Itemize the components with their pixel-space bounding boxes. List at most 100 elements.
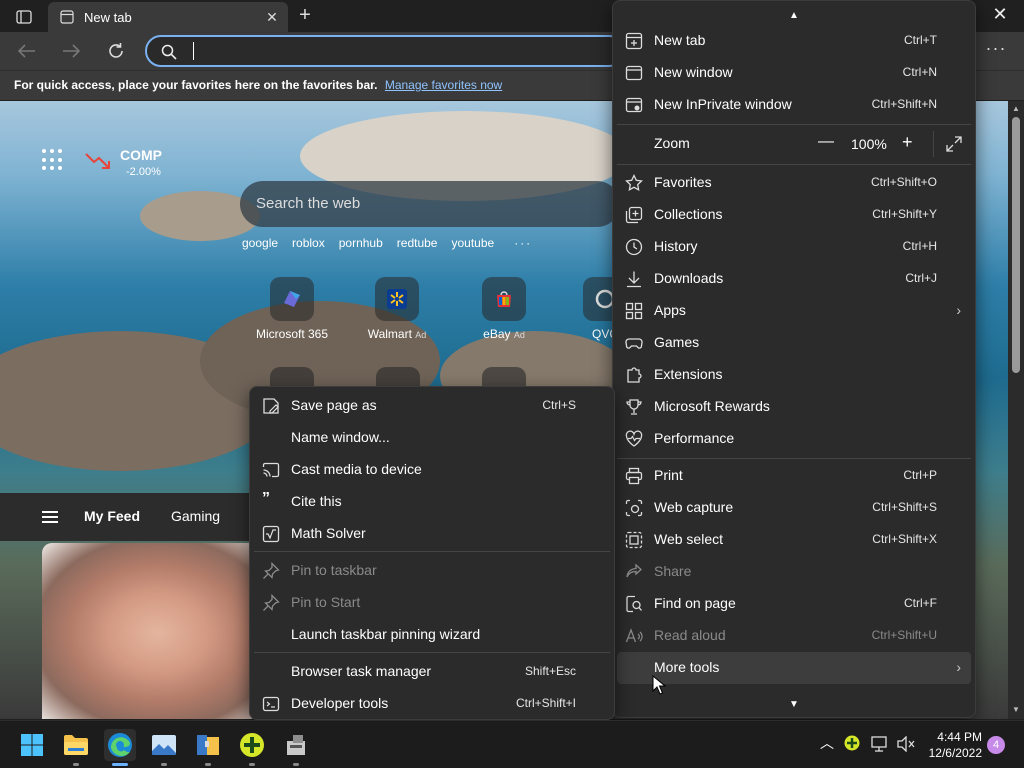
submenu-item-cast-media[interactable]: Cast media to device	[250, 453, 614, 485]
web-search-box[interactable]: Search the web	[240, 181, 620, 227]
submenu-item-math-solver[interactable]: Math Solver	[250, 517, 614, 549]
new-tab-button[interactable]: +	[294, 5, 316, 27]
page-scrollbar[interactable]: ▲ ▼	[1008, 101, 1024, 719]
running-indicator	[249, 763, 255, 766]
tab-actions-button[interactable]	[10, 6, 38, 28]
menu-item-label: Save page as	[291, 397, 377, 413]
submenu-item-name-window[interactable]: Name window...	[250, 421, 614, 453]
menu-item-shortcut: Ctrl+P	[903, 468, 937, 482]
menu-item-shortcut: Ctrl+S	[542, 398, 576, 412]
menu-item-shortcut: Ctrl+J	[905, 271, 937, 285]
feed-tab-my-feed[interactable]: My Feed	[84, 508, 140, 524]
volume-muted-icon[interactable]	[897, 736, 915, 752]
menu-scroll-down-icon[interactable]: ▼	[789, 699, 799, 710]
start-button[interactable]	[16, 729, 48, 761]
menu-item-downloads[interactable]: Downloads Ctrl+J	[613, 263, 975, 295]
quick-link[interactable]: youtube	[451, 236, 494, 250]
taskbar-installer[interactable]	[280, 729, 312, 766]
back-arrow-icon	[18, 44, 35, 58]
feed-article-image[interactable]	[42, 543, 252, 719]
quick-link[interactable]: roblox	[292, 236, 325, 250]
menu-item-more-tools[interactable]: More tools ›	[617, 652, 971, 684]
quote-icon: ”	[262, 490, 270, 507]
quick-links-more-button[interactable]: ···	[514, 236, 532, 250]
quick-link[interactable]: pornhub	[339, 236, 383, 250]
scrollbar-thumb[interactable]	[1012, 117, 1020, 373]
submenu-item-developer-tools[interactable]: Developer tools Ctrl+Shift+I	[250, 687, 614, 719]
tile-ebay[interactable]: eBay Ad	[459, 277, 549, 341]
feed-nav: My Feed Gaming	[0, 493, 250, 541]
tile-ad-badge: Ad	[513, 330, 525, 340]
menu-item-shortcut: Shift+Esc	[524, 664, 576, 678]
tile-walmart[interactable]: Walmart Ad	[352, 277, 442, 341]
history-clock-icon	[625, 238, 643, 256]
notification-count-badge[interactable]: 4	[987, 736, 1005, 754]
taskbar-edge[interactable]	[104, 729, 136, 766]
forward-button[interactable]	[58, 38, 84, 64]
submenu-item-save-page-as[interactable]: Save page as Ctrl+S	[250, 389, 614, 421]
menu-scroll-up-icon[interactable]: ▲	[789, 10, 799, 21]
menu-item-performance[interactable]: Performance	[613, 423, 975, 455]
back-button[interactable]	[14, 38, 40, 64]
settings-and-more-button[interactable]: ···	[984, 38, 1008, 64]
menu-item-history[interactable]: History Ctrl+H	[613, 231, 975, 263]
refresh-icon	[109, 43, 123, 58]
address-input[interactable]	[195, 39, 595, 63]
scroll-down-icon[interactable]: ▼	[1011, 705, 1021, 714]
app-launcher-button[interactable]	[42, 149, 64, 171]
menu-item-web-capture[interactable]: Web capture Ctrl+Shift+S	[613, 492, 975, 524]
pin-icon	[263, 562, 280, 579]
window-close-button[interactable]: ✕	[986, 4, 1014, 28]
menu-item-new-tab[interactable]: New tab Ctrl+T	[613, 25, 975, 57]
menu-item-label: Cast media to device	[291, 461, 422, 477]
menu-item-new-inprivate-window[interactable]: New InPrivate window Ctrl+Shift+N	[613, 89, 975, 121]
fullscreen-icon[interactable]	[946, 136, 962, 152]
photos-icon	[152, 735, 176, 755]
quick-link[interactable]: redtube	[397, 236, 438, 250]
menu-item-favorites[interactable]: Favorites Ctrl+Shift+O	[613, 167, 975, 199]
menu-item-microsoft-rewards[interactable]: Microsoft Rewards	[613, 391, 975, 423]
taskbar-file-explorer[interactable]	[60, 729, 92, 766]
tab-close-icon[interactable]: ✕	[262, 9, 282, 26]
rewards-trophy-icon	[626, 399, 642, 415]
menu-item-collections[interactable]: Collections Ctrl+Shift+Y	[613, 199, 975, 231]
menu-item-label: Games	[654, 334, 700, 350]
menu-separator	[617, 458, 971, 459]
quick-link[interactable]: google	[242, 236, 278, 250]
feed-tab-gaming[interactable]: Gaming	[171, 508, 220, 524]
running-indicator	[112, 763, 128, 766]
menu-item-print[interactable]: Print Ctrl+P	[613, 460, 975, 492]
zoom-in-button[interactable]: +	[902, 132, 913, 153]
feed-menu-icon[interactable]	[42, 511, 58, 526]
tile-microsoft-365[interactable]: Microsoft 365	[247, 277, 337, 341]
network-icon[interactable]	[871, 736, 889, 752]
scroll-up-icon[interactable]: ▲	[1011, 104, 1021, 113]
menu-item-label: Favorites	[654, 174, 712, 190]
taskbar-clock[interactable]: 4:44 PM 12/6/2022	[928, 729, 982, 761]
inprivate-icon	[625, 97, 643, 113]
taskbar-app-green[interactable]	[236, 729, 268, 766]
submenu-item-launch-pinning-wizard[interactable]: Launch taskbar pinning wizard	[250, 618, 614, 650]
menu-item-new-window[interactable]: New window Ctrl+N	[613, 57, 975, 89]
zoom-label: Zoom	[654, 135, 690, 151]
menu-item-games[interactable]: Games	[613, 327, 975, 359]
menu-item-web-select[interactable]: Web select Ctrl+Shift+X	[613, 524, 975, 556]
tab-new-tab[interactable]: New tab ✕	[48, 2, 288, 32]
manage-favorites-link[interactable]: Manage favorites now	[385, 78, 502, 92]
menu-item-find-on-page[interactable]: Find on page Ctrl+F	[613, 588, 975, 620]
tray-overflow-chevron-icon[interactable]: ︿	[820, 733, 834, 753]
taskbar-photos[interactable]	[148, 729, 180, 766]
taskbar-archive[interactable]	[192, 729, 224, 766]
menu-item-label: Cite this	[291, 493, 342, 509]
menu-item-label: Performance	[654, 430, 735, 446]
menu-item-extensions[interactable]: Extensions	[613, 359, 975, 391]
refresh-button[interactable]	[103, 38, 129, 64]
address-bar[interactable]	[145, 35, 625, 67]
submenu-item-cite-this[interactable]: ” Cite this	[250, 485, 614, 517]
menu-item-apps[interactable]: Apps ›	[613, 295, 975, 327]
zoom-out-button[interactable]: —	[818, 133, 834, 151]
menu-item-shortcut: Ctrl+Shift+S	[872, 500, 937, 514]
submenu-item-browser-task-manager[interactable]: Browser task manager Shift+Esc	[250, 655, 614, 687]
tray-app-icon[interactable]	[844, 735, 860, 751]
menu-item-zoom: Zoom — 100% +	[613, 128, 975, 160]
